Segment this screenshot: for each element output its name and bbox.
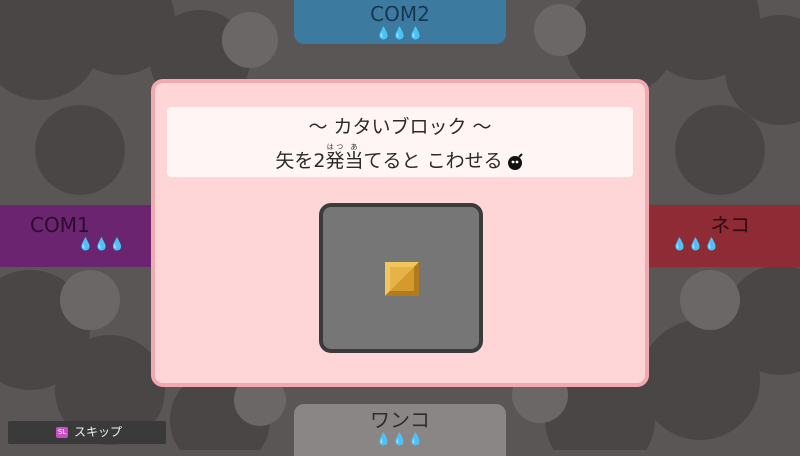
rule-explanation-dialog: ～ カタいブロック ～ 矢を2発はつ当あてると こわせる: [151, 79, 649, 387]
dialog-title: ～ カタいブロック ～: [308, 116, 492, 138]
player-name: COM1: [30, 213, 90, 237]
player-panel-wanko: ワンコ 💧💧💧: [294, 404, 506, 456]
ruby-base: 発: [325, 150, 345, 172]
player-panel-neko: ネコ 💧💧💧: [640, 205, 800, 267]
desc-text: 矢を2: [275, 150, 326, 172]
ruby-text: はつ: [325, 143, 345, 151]
desc-text: てると こわせる: [363, 150, 503, 172]
skip-button[interactable]: SL スキップ: [8, 421, 166, 444]
lives-indicator: 💧💧💧: [376, 26, 424, 40]
block-preview-box: [319, 203, 483, 353]
ruby-text: あ: [344, 143, 364, 151]
player-panel-com1: COM1 💧💧💧: [0, 205, 160, 267]
lives-indicator: 💧💧💧: [672, 237, 720, 251]
lives-indicator: 💧💧💧: [376, 432, 424, 446]
player-name: ワンコ: [370, 408, 430, 432]
dialog-text-area: ～ カタいブロック ～ 矢を2発はつ当あてると こわせる: [167, 107, 633, 177]
hard-block-icon: [385, 262, 419, 296]
ruby-ate: 当あ: [344, 143, 364, 172]
player-name: COM2: [370, 2, 430, 26]
bomb-icon: [507, 152, 523, 170]
dialog-description: 矢を2発はつ当あてると こわせる: [167, 143, 633, 174]
skip-label: スキップ: [74, 425, 123, 439]
player-name: ネコ: [710, 213, 750, 237]
select-key-icon: SL: [56, 427, 68, 438]
player-panel-com2: COM2 💧💧💧: [294, 0, 506, 44]
ruby-base: 当: [344, 150, 364, 172]
lives-indicator: 💧💧💧: [78, 237, 126, 251]
ruby-hatsu: 発はつ: [325, 143, 345, 172]
